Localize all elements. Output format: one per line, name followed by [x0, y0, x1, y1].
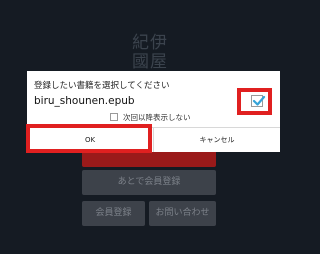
checkbox-highlight-box [237, 88, 272, 115]
register-button[interactable]: 会員登録 [82, 201, 145, 226]
app-logo: 紀伊 國屋 [128, 34, 172, 72]
dialog-message: 登録したい書籍を選択してください [34, 81, 170, 91]
dont-show-again-checkbox[interactable] [110, 113, 118, 121]
logo-line-2: 國屋 [132, 52, 168, 72]
cancel-button[interactable]: キャンセル [154, 128, 280, 152]
file-name: biru_shounen.epub [34, 95, 135, 107]
later-register-button[interactable]: あとで会員登録 [82, 170, 216, 195]
dont-show-again-label: 次回以降表示しない [123, 112, 191, 122]
dont-show-again-row[interactable]: 次回以降表示しない [110, 112, 191, 122]
ok-highlight-box [26, 124, 152, 153]
logo-line-1: 紀伊 [132, 33, 168, 53]
contact-button[interactable]: お問い合わせ [149, 201, 216, 226]
